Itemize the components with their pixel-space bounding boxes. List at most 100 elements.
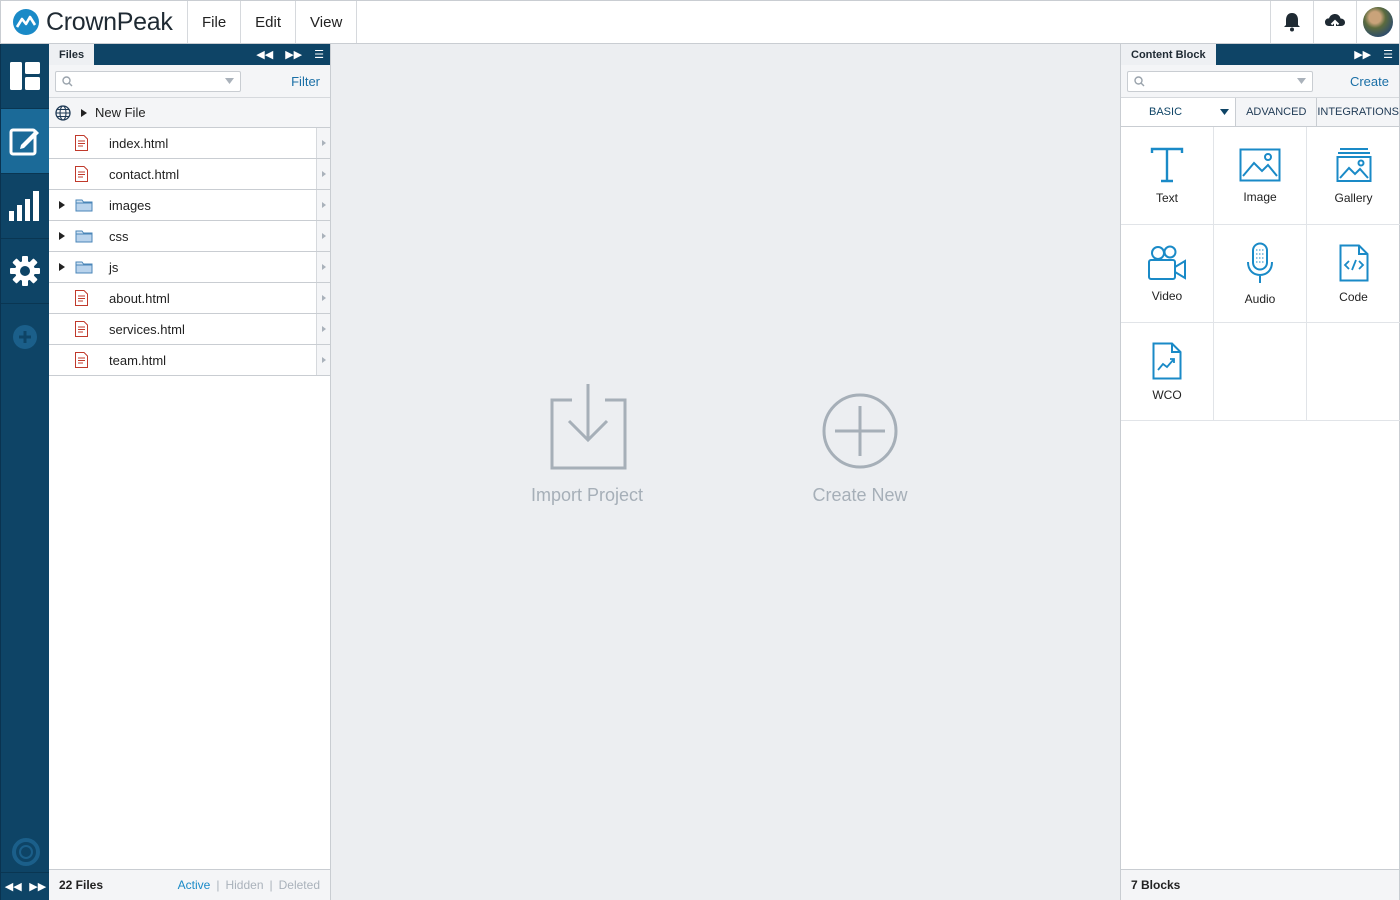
filter-deleted[interactable]: Deleted [279, 878, 320, 892]
search-icon [1134, 75, 1145, 86]
notifications-button[interactable] [1270, 1, 1313, 43]
file-name: team.html [109, 352, 167, 368]
empty-cell [1307, 323, 1400, 421]
file-name: about.html [109, 290, 170, 306]
files-panel-header: Files ◀◀ ▶▶ ☰ [49, 44, 330, 65]
create-new-button[interactable]: Create New [760, 384, 960, 506]
file-icon [75, 290, 109, 306]
workspace: Import Project Create New [331, 44, 1120, 900]
row-actions-handle[interactable] [316, 190, 330, 220]
tab-basic[interactable]: BASIC [1121, 98, 1237, 126]
row-actions-handle[interactable] [316, 314, 330, 344]
blocks-footer: 7 Blocks [1121, 869, 1399, 900]
expand-folder-icon[interactable] [49, 263, 75, 271]
app-logo[interactable]: CrownPeak [1, 1, 188, 43]
help-button[interactable] [1, 832, 50, 872]
row-actions-handle[interactable] [316, 221, 330, 251]
panel-expand-icon[interactable]: ▶▶ [1348, 44, 1377, 65]
menu-file[interactable]: File [188, 1, 242, 43]
folder-icon [75, 198, 109, 212]
row-actions-handle[interactable] [316, 283, 330, 313]
row-actions-handle[interactable] [316, 345, 330, 375]
folder-icon [75, 260, 109, 274]
globe-icon [55, 104, 71, 121]
new-file-row[interactable]: New File [49, 98, 330, 128]
file-row[interactable]: contact.html [49, 159, 330, 190]
filter-button[interactable]: Filter [291, 74, 324, 89]
user-menu-button[interactable] [1356, 1, 1399, 43]
rail-dashboard[interactable] [1, 44, 49, 109]
collapse-rail-icon[interactable]: ◀◀ [5, 880, 22, 893]
folder-row[interactable]: css [49, 221, 330, 252]
block-category-tabs: BASIC ADVANCED INTEGRATIONS [1121, 98, 1400, 127]
file-name: js [109, 259, 119, 275]
files-tab[interactable]: Files [49, 44, 95, 65]
search-icon [62, 75, 73, 86]
tab-advanced[interactable]: ADVANCED [1236, 98, 1318, 126]
block-video[interactable]: Video [1121, 225, 1214, 323]
file-row[interactable]: index.html [49, 128, 330, 159]
bell-icon [1284, 13, 1300, 32]
row-actions-handle[interactable] [316, 159, 330, 189]
block-wco[interactable]: WCO [1121, 323, 1214, 421]
folder-row[interactable]: js [49, 252, 330, 283]
menu-view[interactable]: View [296, 1, 358, 43]
panel-menu-icon[interactable]: ☰ [308, 44, 330, 65]
block-gallery[interactable]: Gallery [1307, 127, 1400, 225]
expand-rail-icon[interactable]: ▶▶ [29, 880, 46, 893]
blocks-panel-header: Content Block ▶▶ ☰ [1121, 44, 1399, 65]
blocks-search-bar: Create [1121, 65, 1399, 98]
import-project-button[interactable]: Import Project [487, 384, 687, 506]
blocks-search-input[interactable] [1127, 70, 1313, 92]
plus-circle-icon [822, 393, 898, 469]
files-search-input[interactable] [55, 70, 241, 92]
menu-edit[interactable]: Edit [241, 1, 297, 43]
code-icon [1339, 244, 1368, 281]
panel-menu-icon[interactable]: ☰ [1377, 44, 1399, 65]
settings-icon [10, 256, 40, 286]
expand-folder-icon[interactable] [49, 201, 75, 209]
rail-edit[interactable] [1, 109, 49, 174]
microphone-icon [1247, 242, 1273, 283]
folder-row[interactable]: images [49, 190, 330, 221]
nav-rail: ◀◀ ▶▶ [0, 44, 50, 900]
visibility-filters: Active | Hidden | Deleted [177, 878, 320, 892]
text-icon [1150, 147, 1184, 182]
file-row[interactable]: about.html [49, 283, 330, 314]
panel-collapse-icon[interactable]: ◀◀ [250, 44, 279, 65]
row-actions-handle[interactable] [316, 128, 330, 158]
filter-hidden[interactable]: Hidden [225, 878, 263, 892]
rail-analytics[interactable] [1, 174, 49, 239]
rail-add[interactable] [1, 304, 49, 369]
user-avatar [1363, 7, 1393, 37]
file-row[interactable]: team.html [49, 345, 330, 376]
file-name: index.html [109, 135, 169, 151]
gallery-icon [1336, 147, 1371, 182]
publish-button[interactable] [1313, 1, 1356, 43]
file-list: index.html contact.html images css js about.h… [49, 128, 330, 376]
lifebuoy-icon [11, 838, 40, 866]
expand-folder-icon[interactable] [49, 232, 75, 240]
caret-right-icon [81, 108, 87, 117]
analytics-icon [9, 191, 39, 221]
files-panel: Files ◀◀ ▶▶ ☰ Filter New File index.html… [49, 44, 331, 900]
block-code[interactable]: Code [1307, 225, 1400, 323]
top-bar: CrownPeak File Edit View [0, 0, 1400, 44]
crownpeak-logo-icon [13, 9, 39, 35]
create-block-button[interactable]: Create [1350, 74, 1393, 89]
row-actions-handle[interactable] [316, 252, 330, 282]
file-row[interactable]: services.html [49, 314, 330, 345]
filter-active[interactable]: Active [178, 878, 211, 892]
block-audio[interactable]: Audio [1214, 225, 1307, 323]
chevron-down-icon [1297, 78, 1306, 84]
block-image[interactable]: Image [1214, 127, 1307, 225]
chevron-down-icon [225, 78, 234, 84]
rail-settings[interactable] [1, 239, 49, 304]
files-search-bar: Filter [49, 65, 330, 98]
block-text[interactable]: Text [1121, 127, 1214, 225]
panel-expand-icon[interactable]: ▶▶ [279, 44, 308, 65]
tab-integrations[interactable]: INTEGRATIONS [1317, 98, 1400, 126]
content-block-panel: Content Block ▶▶ ☰ Create BASIC ADVANCED… [1120, 44, 1400, 900]
content-block-tab[interactable]: Content Block [1121, 44, 1216, 65]
add-icon [13, 324, 37, 349]
